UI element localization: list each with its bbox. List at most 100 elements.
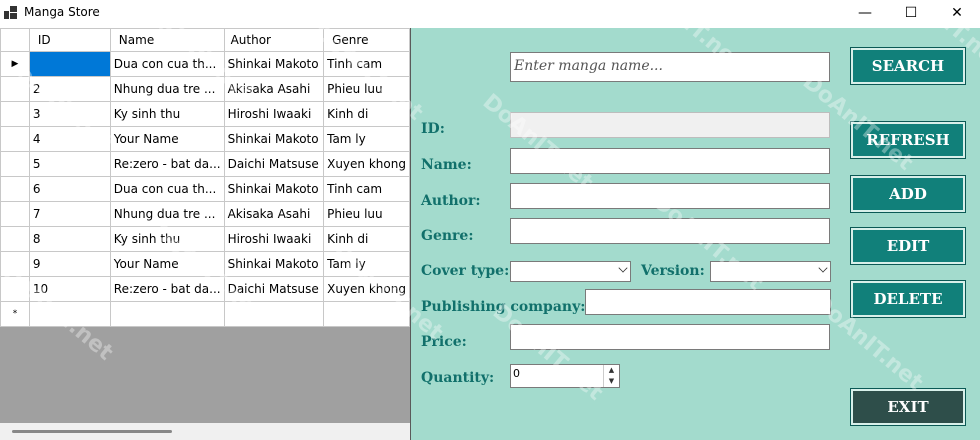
new-row[interactable]: * [0,301,410,327]
column-header-author[interactable]: Author [223,28,325,52]
new-row-cell[interactable] [28,301,111,327]
cell-author[interactable]: Shinkai Makoto [223,251,325,277]
cell-name[interactable]: Re:zero - bat da... [109,276,225,302]
cover-type-select[interactable] [510,261,631,282]
search-input[interactable]: Enter manga name... [510,52,830,82]
cell-id[interactable]: 9 [28,251,111,277]
cell-author[interactable]: Shinkai Makoto [223,176,325,202]
table-row[interactable]: 7 Nhung dua tre ... Akisaka Asahi Phieu luu [0,201,410,227]
author-label: Author: [421,193,481,209]
scrollbar-thumb[interactable] [12,430,172,433]
table-row[interactable]: 5 Re:zero - bat da... Daichi Matsuse Xuyen … [0,151,410,177]
cell-name[interactable]: Dua con cua th... [109,51,225,77]
author-field[interactable] [510,183,830,209]
id-label: ID: [421,121,445,137]
cell-id[interactable]: 2 [28,76,111,102]
cell-genre[interactable]: Phieu luu [323,201,410,227]
cell-id[interactable]: 7 [28,201,111,227]
row-header[interactable] [0,176,30,202]
row-header[interactable] [0,226,30,252]
price-field[interactable] [510,324,830,350]
row-header[interactable] [0,126,30,152]
cell-genre[interactable]: Tam ly [323,126,410,152]
cell-name[interactable]: Ky sinh thu [109,226,225,252]
maximize-button[interactable]: ☐ [888,0,934,26]
table-row[interactable]: 6 Dua con cua th... Shinkai Makoto Tinh cam [0,176,410,202]
close-button[interactable]: ✕ [934,0,980,26]
table-row[interactable]: 9 Your Name Shinkai Makoto Tam ly [0,251,410,277]
genre-field[interactable] [510,218,830,244]
new-row-cell[interactable] [109,301,225,327]
cell-author[interactable]: Daichi Matsuse [223,151,325,177]
minimize-button[interactable]: — [842,0,888,26]
edit-button[interactable]: EDIT [850,227,966,265]
cell-name[interactable]: Ky sinh thu [109,101,225,127]
cell-name[interactable]: Re:zero - bat da... [109,151,225,177]
cell-id[interactable]: 6 [28,176,111,202]
cell-id[interactable]: 8 [28,226,111,252]
cell-genre[interactable]: Xuyen khong [323,151,410,177]
row-header[interactable] [0,251,30,277]
cell-name[interactable]: Dua con cua th... [109,176,225,202]
spin-up-icon[interactable]: ▲ [604,365,619,376]
table-row[interactable]: 3 Ky sinh thu Hiroshi Iwaaki Kinh di [0,101,410,127]
row-header[interactable] [0,76,30,102]
quantity-stepper[interactable]: 0 ▲ ▼ [510,364,620,388]
current-row-icon[interactable]: ▶ [0,51,30,77]
cell-author[interactable]: Hiroshi Iwaaki [223,101,325,127]
cell-id[interactable]: 5 [28,151,111,177]
cell-genre[interactable]: Tinh cam [323,51,410,77]
table-row[interactable]: 8 Ky sinh thu Hiroshi Iwaaki Kinh di [0,226,410,252]
cell-id[interactable]: 4 [28,126,111,152]
horizontal-scrollbar[interactable] [0,423,410,440]
table-row[interactable]: 4 Your Name Shinkai Makoto Tam ly [0,126,410,152]
publishing-company-field[interactable] [585,289,831,315]
spin-buttons[interactable]: ▲ ▼ [603,365,619,387]
cell-author[interactable]: Shinkai Makoto [223,126,325,152]
column-header-id[interactable]: ID [28,28,111,52]
add-button[interactable]: ADD [850,175,966,213]
cell-id[interactable]: 3 [28,101,111,127]
new-row-cell[interactable] [223,301,325,327]
cell-genre[interactable]: Kinh di [323,226,410,252]
row-header[interactable] [0,201,30,227]
cell-author[interactable]: Shinkai Makoto [223,51,325,77]
cell-name[interactable]: Nhung dua tre ... [109,76,225,102]
exit-button[interactable]: EXIT [850,388,966,426]
row-header[interactable] [0,101,30,127]
cell-id[interactable]: 10 [28,276,111,302]
cell-author[interactable]: Hiroshi Iwaaki [223,226,325,252]
cell-author[interactable]: Daichi Matsuse [223,276,325,302]
cell-author[interactable]: Akisaka Asahi [223,201,325,227]
cell-name[interactable]: Your Name [109,251,225,277]
search-button[interactable]: SEARCH [850,47,966,85]
cell-genre[interactable]: Phieu luu [323,76,410,102]
cell-genre[interactable]: Kinh di [323,101,410,127]
corner-header[interactable] [0,28,30,52]
spin-down-icon[interactable]: ▼ [604,376,619,387]
header-row: ID Name Author Genre [0,28,410,52]
form-panel: Enter manga name... ID: Name: Author: Ge… [411,28,980,440]
column-header-name[interactable]: Name [109,28,225,52]
row-header[interactable] [0,276,30,302]
cell-genre[interactable]: Xuyen khong [323,276,410,302]
row-header[interactable] [0,151,30,177]
column-header-genre[interactable]: Genre [323,28,410,52]
name-field[interactable] [510,148,830,174]
cell-author[interactable]: Akisaka Asahi [223,76,325,102]
delete-button[interactable]: DELETE [850,280,966,318]
table-row[interactable]: 10 Re:zero - bat da... Daichi Matsuse Xuyen… [0,276,410,302]
new-row-cell[interactable] [323,301,410,327]
version-select[interactable] [710,261,831,282]
chevron-down-icon [618,263,628,273]
cell-id[interactable]: 1 [28,51,111,77]
manga-grid[interactable]: ID Name Author Genre ▶ 1 Dua con cua th...… [0,28,411,440]
table-row[interactable]: ▶ 1 Dua con cua th... Shinkai Makoto Tinh ca… [0,51,410,77]
cell-genre[interactable]: Tam ly [323,251,410,277]
cell-genre[interactable]: Tinh cam [323,176,410,202]
table-row[interactable]: 2 Nhung dua tre ... Akisaka Asahi Phieu luu [0,76,410,102]
cell-name[interactable]: Nhung dua tre ... [109,201,225,227]
cell-name[interactable]: Your Name [109,126,225,152]
refresh-button[interactable]: REFRESH [850,121,966,159]
cover-type-label: Cover type: [421,263,510,279]
